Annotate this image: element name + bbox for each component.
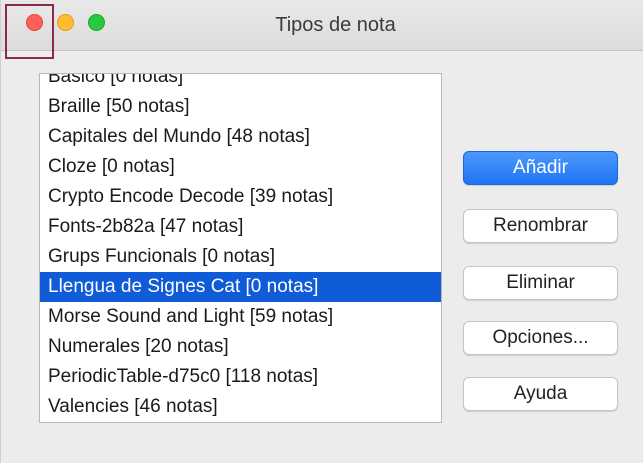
note-type-item[interactable]: Numerales [20 notas]	[40, 332, 441, 362]
add-button[interactable]: Añadir	[463, 151, 618, 185]
note-type-item[interactable]: Capitales del Mundo [48 notas]	[40, 122, 441, 152]
note-type-item[interactable]: Fonts-2b82a [47 notas]	[40, 212, 441, 242]
note-type-item[interactable]: Morse Sound and Light [59 notas]	[40, 302, 441, 332]
note-type-item[interactable]: Cloze [0 notas]	[40, 152, 441, 182]
note-types-list[interactable]: Basico [0 notas] Braille [50 notas] Capi…	[39, 73, 442, 423]
note-type-item[interactable]: Valencies [46 notas]	[40, 392, 441, 422]
note-type-item[interactable]: Basico [0 notas]	[40, 74, 441, 92]
delete-button[interactable]: Eliminar	[463, 266, 618, 300]
note-type-item[interactable]: Crypto Encode Decode [39 notas]	[40, 182, 441, 212]
note-type-item[interactable]: Llengua de Signes Cat [0 notas]	[40, 272, 441, 302]
window-title: Tipos de nota	[275, 14, 396, 36]
note-type-item[interactable]: Braille [50 notas]	[40, 92, 441, 122]
note-types-window: Tipos de nota Basico [0 notas] Braille […	[0, 0, 643, 463]
focus-highlight	[5, 4, 54, 59]
note-type-item[interactable]: Grups Funcionals [0 notas]	[40, 242, 441, 272]
note-type-item[interactable]: PeriodicTable-d75c0 [118 notas]	[40, 362, 441, 392]
title-bar: Tipos de nota	[1, 0, 643, 51]
help-button[interactable]: Ayuda	[463, 377, 618, 411]
rename-button[interactable]: Renombrar	[463, 209, 618, 243]
options-button[interactable]: Opciones...	[463, 321, 618, 355]
